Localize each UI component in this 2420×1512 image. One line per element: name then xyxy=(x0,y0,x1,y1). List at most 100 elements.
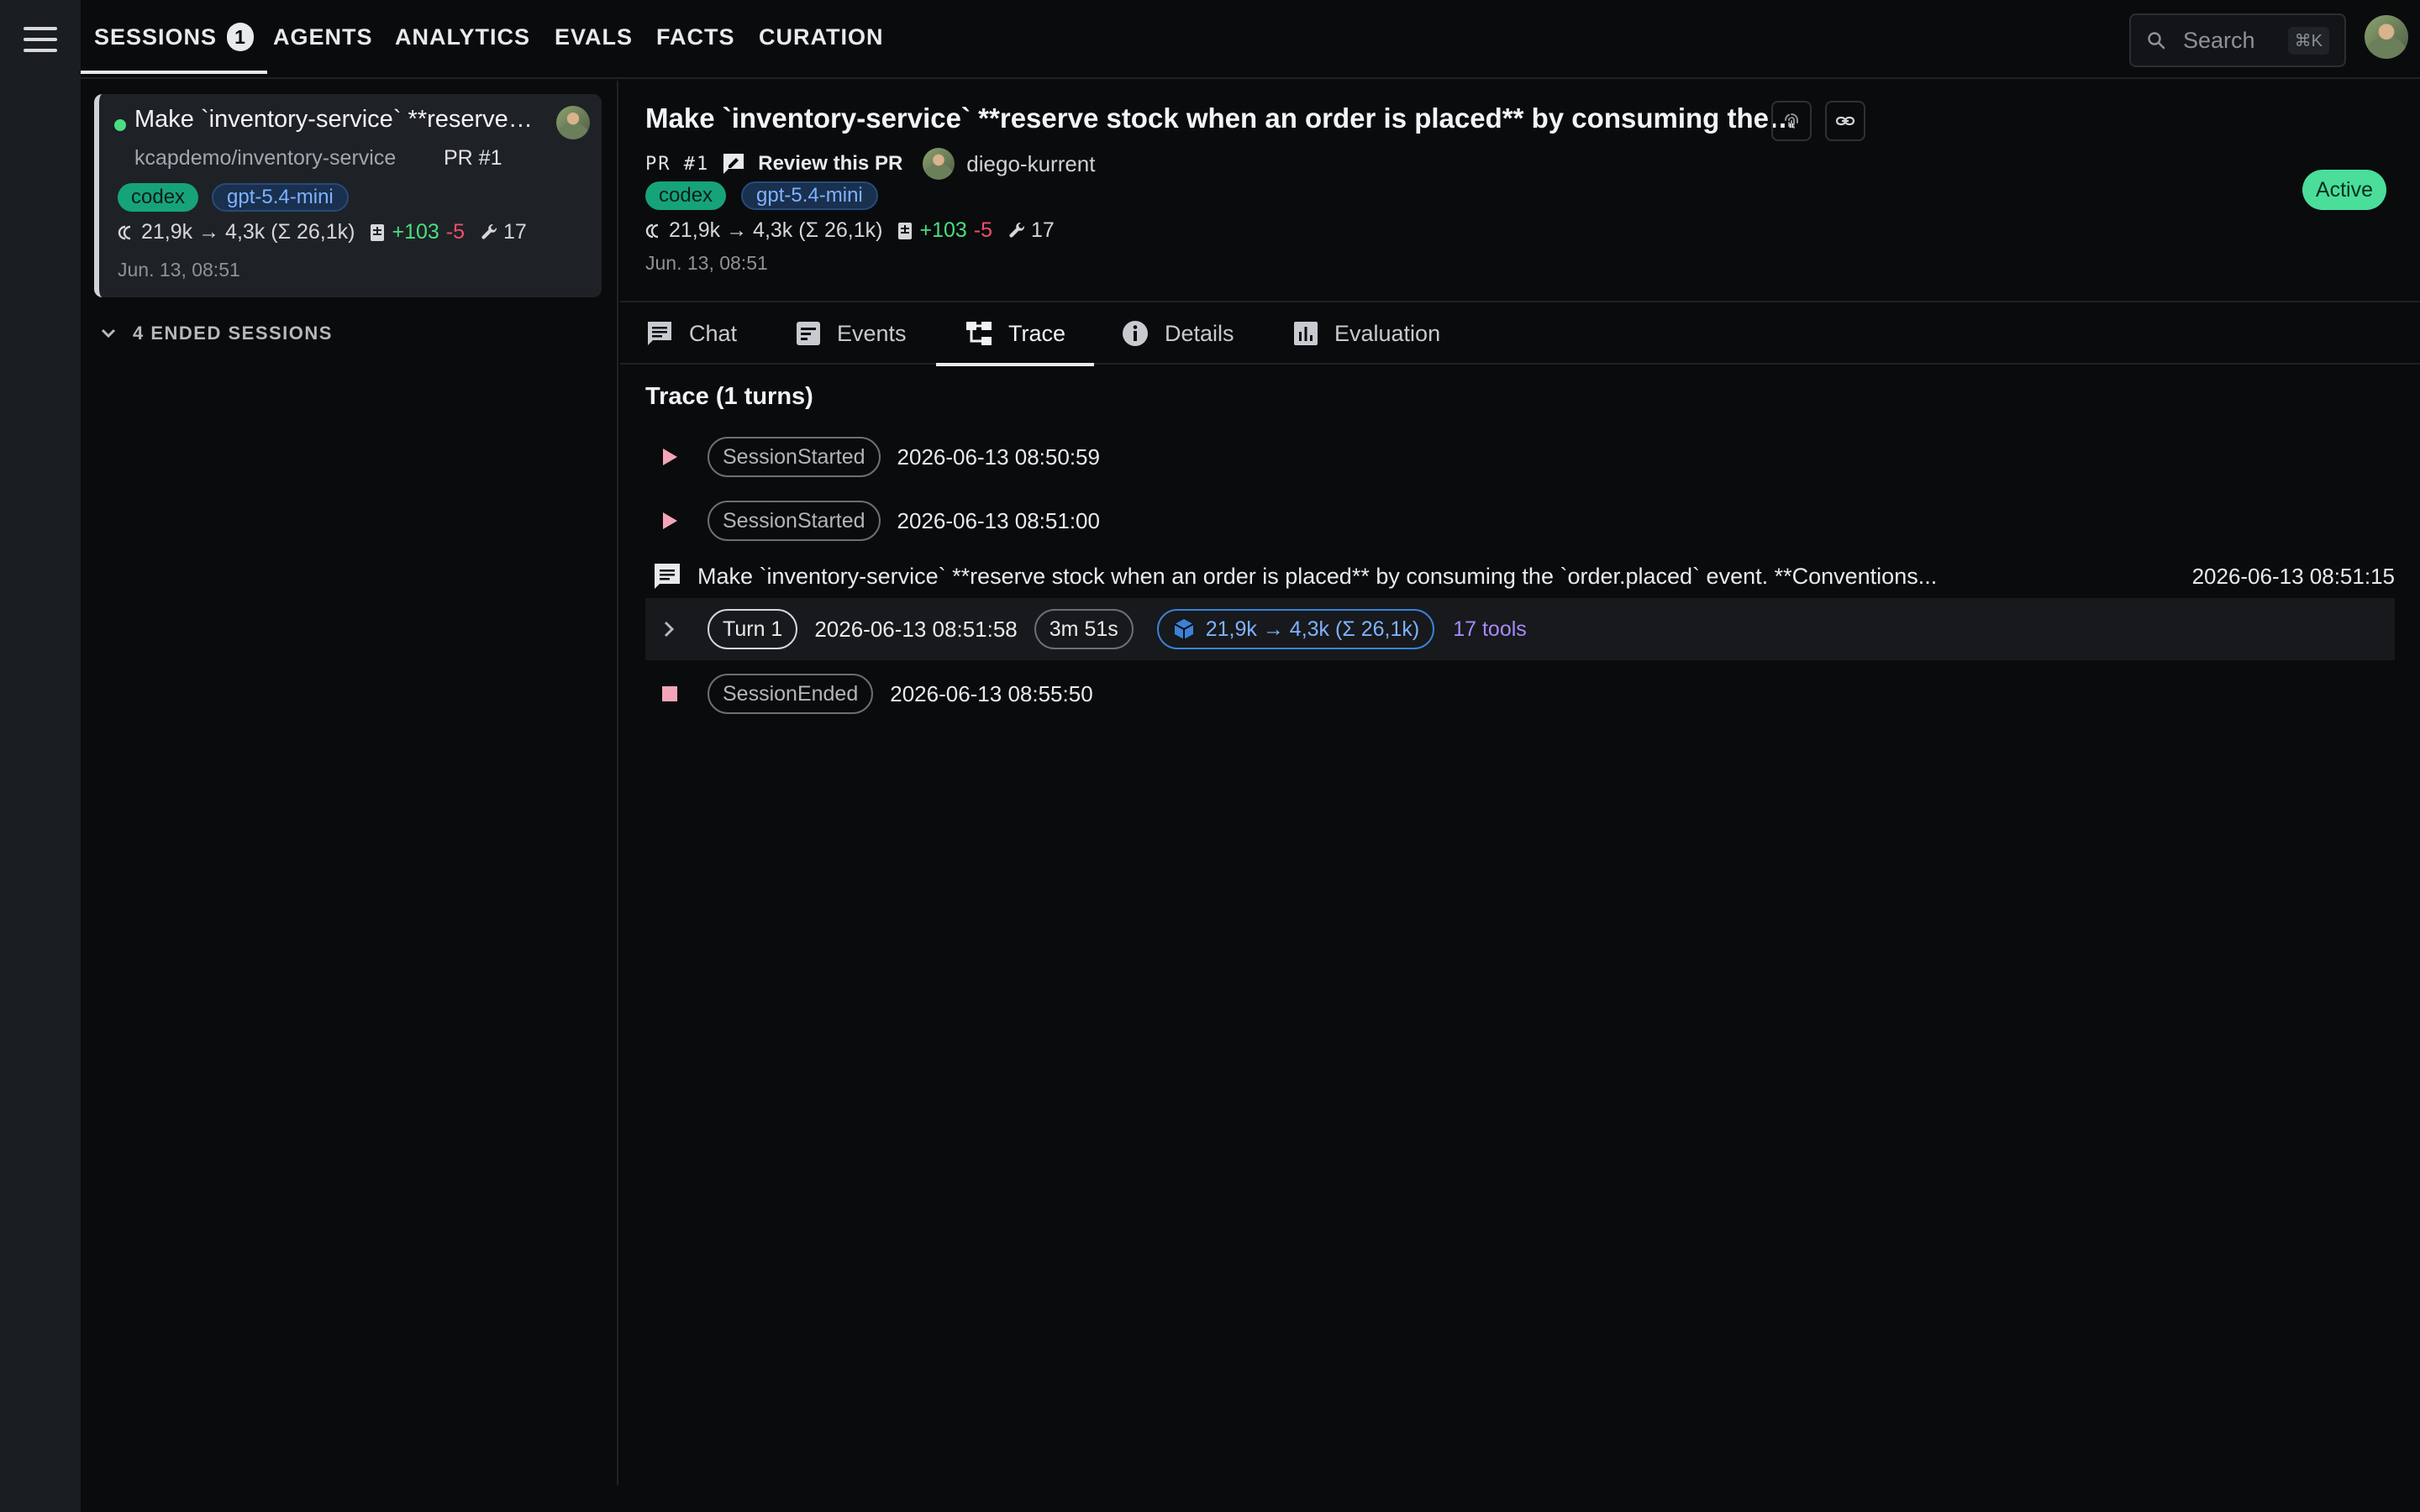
hamburger-menu-icon[interactable] xyxy=(24,25,57,54)
session-tokens: 21,9k → 4,3k (Σ 26,1k) xyxy=(141,220,355,244)
play-icon xyxy=(645,511,708,531)
session-tools: 17 xyxy=(1031,218,1055,242)
session-user[interactable]: diego-kurrent xyxy=(966,151,1095,177)
turn-badge: Turn 1 xyxy=(708,609,798,649)
play-icon xyxy=(645,447,708,467)
nav-tab-sessions[interactable]: SESSIONS 1 xyxy=(80,0,268,74)
session-removed: -5 xyxy=(973,218,993,242)
nav-tab-label: SESSIONS xyxy=(94,24,218,50)
turn-tokens: 21,9k → 4,3k (Σ 26,1k) xyxy=(1205,617,1420,641)
turn-duration: 3m 51s xyxy=(1034,609,1134,649)
trace-row[interactable]: SessionStarted 2026-06-13 08:50:59 xyxy=(645,430,2395,484)
model-chip: gpt-5.4-mini xyxy=(741,181,878,210)
ended-sessions-toggle[interactable]: 4 ENDED SESSIONS xyxy=(99,323,333,344)
session-title: Make `inventory-service` **reserve stock… xyxy=(134,106,538,133)
trace-row[interactable]: SessionEnded 2026-06-13 08:55:50 xyxy=(645,667,2395,721)
info-icon xyxy=(1121,319,1150,348)
turn-timestamp: 2026-06-13 08:51:58 xyxy=(814,616,1018,642)
session-removed: -5 xyxy=(445,220,466,244)
agent-chip: codex xyxy=(645,181,727,210)
copy-link-button[interactable] xyxy=(1825,101,1865,141)
nav-tab-curation[interactable]: CURATION xyxy=(759,0,883,74)
session-date: Jun. 13, 08:51 xyxy=(645,252,768,274)
nav-tab-agents[interactable]: AGENTS xyxy=(273,0,373,74)
tab-events[interactable]: Events xyxy=(795,302,907,365)
event-timestamp: 2026-06-13 08:55:50 xyxy=(890,680,1093,706)
review-pr-label: Review this PR xyxy=(758,152,903,175)
sessions-sidebar: Make `inventory-service` **reserve stock… xyxy=(81,81,618,1485)
tab-chat[interactable]: Chat xyxy=(645,302,737,365)
session-author-avatar xyxy=(556,106,590,139)
review-icon xyxy=(721,151,746,176)
file-diff-icon xyxy=(896,221,914,241)
trace-turn-row[interactable]: Turn 1 2026-06-13 08:51:58 3m 51s 21,9k … xyxy=(645,598,2395,660)
tokens-icon xyxy=(645,221,666,241)
file-diff-icon xyxy=(368,223,387,243)
link-icon xyxy=(1835,111,1855,131)
sessions-count-badge: 1 xyxy=(227,23,255,51)
agent-chip: codex xyxy=(118,183,199,212)
tab-label: Evaluation xyxy=(1334,320,1441,346)
turn-tools-link[interactable]: 17 tools xyxy=(1453,617,1527,642)
session-stats: 21,9k → 4,3k (Σ 26,1k) +103 -5 17 xyxy=(645,218,1055,243)
nav-tab-label: AGENTS xyxy=(273,24,373,50)
nav-tab-label: ANALYTICS xyxy=(395,24,531,50)
search-placeholder: Search xyxy=(2183,27,2255,53)
nav-tab-facts[interactable]: FACTS xyxy=(656,0,735,74)
event-type-badge: SessionStarted xyxy=(708,501,881,541)
trace-row[interactable]: SessionStarted 2026-06-13 08:51:00 xyxy=(645,494,2395,548)
message-icon xyxy=(645,561,682,591)
tokens-icon xyxy=(118,223,138,243)
trace-message-row[interactable]: Make `inventory-service` **reserve stock… xyxy=(645,549,2395,603)
event-type-badge: SessionEnded xyxy=(708,674,874,714)
session-tokens: 21,9k → 4,3k (Σ 26,1k) xyxy=(669,218,883,242)
chevron-right-icon[interactable] xyxy=(645,619,708,639)
session-detail: Make `inventory-service` **reserve stock… xyxy=(620,81,2420,1485)
message-text: Make `inventory-service` **reserve stock… xyxy=(697,563,1938,589)
tab-details[interactable]: Details xyxy=(1121,302,1234,365)
search-input[interactable]: Search ⌘K xyxy=(2129,13,2346,67)
nav-tab-analytics[interactable]: ANALYTICS xyxy=(395,0,530,74)
stop-icon xyxy=(645,685,708,703)
page-title: Make `inventory-service` **reserve stock… xyxy=(645,102,1797,134)
session-card[interactable]: Make `inventory-service` **reserve stock… xyxy=(94,94,602,297)
message-timestamp: 2026-06-13 08:51:15 xyxy=(2191,563,2395,589)
session-added: +103 xyxy=(919,218,967,242)
session-repo: kcapdemo/inventory-service xyxy=(134,146,397,170)
nav-tab-label: EVALS xyxy=(555,24,634,50)
user-avatar[interactable] xyxy=(2365,15,2408,59)
trace-heading: Trace (1 turns) xyxy=(645,383,813,410)
nav-tab-label: CURATION xyxy=(759,24,884,50)
app-rail xyxy=(0,0,81,1512)
active-status-dot xyxy=(114,119,126,131)
cube-icon xyxy=(1172,617,1196,641)
wrench-icon xyxy=(480,223,500,243)
tab-trace[interactable]: Trace xyxy=(935,302,1095,366)
session-added: +103 xyxy=(392,220,439,244)
bar-chart-icon xyxy=(1292,320,1319,347)
fingerprint-button[interactable] xyxy=(1771,101,1812,141)
tab-label: Chat xyxy=(689,320,738,346)
status-badge: Active xyxy=(2302,170,2386,210)
turn-tokens-badge[interactable]: 21,9k → 4,3k (Σ 26,1k) xyxy=(1156,609,1435,649)
top-nav: SESSIONS 1 AGENTS ANALYTICS EVALS FACTS … xyxy=(80,0,2420,79)
tab-label: Trace xyxy=(1008,320,1066,346)
search-shortcut: ⌘K xyxy=(2287,26,2329,55)
tab-label: Events xyxy=(837,320,907,346)
ended-sessions-label: 4 ENDED SESSIONS xyxy=(133,323,333,344)
nav-tab-label: FACTS xyxy=(656,24,735,50)
session-stats: 21,9k → 4,3k (Σ 26,1k) +103 -5 17 xyxy=(118,220,527,244)
user-avatar xyxy=(923,148,955,180)
session-pr: PR #1 xyxy=(444,146,502,170)
event-timestamp: 2026-06-13 08:50:59 xyxy=(897,444,1100,470)
wrench-icon xyxy=(1007,221,1028,241)
session-date: Jun. 13, 08:51 xyxy=(118,259,240,281)
tab-evaluation[interactable]: Evaluation xyxy=(1292,302,1440,365)
nav-tab-evals[interactable]: EVALS xyxy=(555,0,633,74)
review-pr-button[interactable]: Review this PR xyxy=(721,151,902,176)
model-chip: gpt-5.4-mini xyxy=(212,183,349,212)
tab-label: Details xyxy=(1165,320,1234,346)
chat-icon xyxy=(645,319,674,348)
chevron-down-icon xyxy=(99,324,118,343)
event-type-badge: SessionStarted xyxy=(708,437,881,477)
